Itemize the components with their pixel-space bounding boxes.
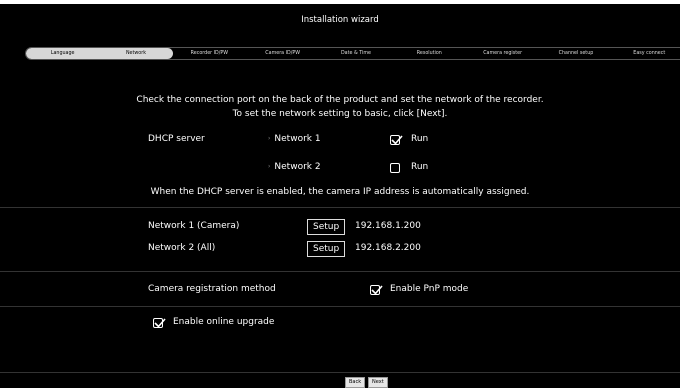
tab-camera-id-pw[interactable]: Camera ID/PW <box>246 48 319 59</box>
network-1-setup-button[interactable]: Setup <box>307 219 346 235</box>
tab-easy-connect[interactable]: Easy connect <box>613 48 680 59</box>
network-2-ip: 192.168.2.200 <box>355 243 421 253</box>
tab-resolution[interactable]: Resolution <box>393 48 466 59</box>
next-button[interactable]: Next <box>368 377 388 388</box>
divider <box>0 271 680 272</box>
enable-online-upgrade-label: Enable online upgrade <box>173 317 275 327</box>
chevron-right-icon: › <box>268 135 271 142</box>
network-1-label: Network 1 (Camera) <box>148 221 240 231</box>
tab-channel-setup[interactable]: Channel setup <box>539 48 612 59</box>
divider <box>0 207 680 208</box>
top-border <box>0 0 680 4</box>
dhcp-network-2: › Network 2 <box>268 162 321 172</box>
tab-date-time[interactable]: Date & Time <box>319 48 392 59</box>
dhcp-network-2-run-checkbox[interactable] <box>390 163 400 173</box>
camera-registration-label: Camera registration method <box>148 284 276 294</box>
enable-pnp-label: Enable PnP mode <box>390 284 469 294</box>
dhcp-network-1: › Network 1 <box>268 134 321 144</box>
tab-language[interactable]: Language <box>26 48 100 59</box>
tab-recorder-id-pw[interactable]: Recorder ID/PW <box>173 48 246 59</box>
tab-camera-register[interactable]: Camera register <box>466 48 539 59</box>
checkmark-icon <box>371 285 383 295</box>
footer-divider <box>0 372 680 373</box>
window-title: Installation wizard <box>301 15 379 25</box>
wizard-steps: Language Network Recorder ID/PW Camera I… <box>25 47 680 60</box>
network-2-label: Network 2 (All) <box>148 243 216 253</box>
intro-line-1: Check the connection port on the back of… <box>136 95 544 105</box>
enable-pnp-checkbox[interactable] <box>370 285 383 295</box>
back-button[interactable]: Back <box>345 377 366 388</box>
tab-network[interactable]: Network <box>99 48 173 59</box>
dhcp-network-1-run-checkbox[interactable] <box>390 135 403 145</box>
network-1-ip: 192.168.1.200 <box>355 221 421 231</box>
enable-online-upgrade-checkbox[interactable] <box>153 318 166 328</box>
intro-line-2: To set the network setting to basic, cli… <box>232 109 448 119</box>
checkmark-icon <box>391 135 403 145</box>
dhcp-network-1-run-label: Run <box>411 134 429 144</box>
dhcp-network-1-label: Network 1 <box>274 134 321 144</box>
footer-bar <box>0 374 680 387</box>
dhcp-network-2-label: Network 2 <box>274 162 321 172</box>
chevron-right-icon: › <box>268 163 271 170</box>
checkmark-icon <box>154 318 166 328</box>
divider <box>0 306 680 307</box>
network-2-setup-button[interactable]: Setup <box>307 241 346 257</box>
dhcp-network-2-run-label: Run <box>411 162 429 172</box>
dhcp-note: When the DHCP server is enabled, the cam… <box>150 187 530 197</box>
dhcp-server-label: DHCP server <box>148 134 205 144</box>
